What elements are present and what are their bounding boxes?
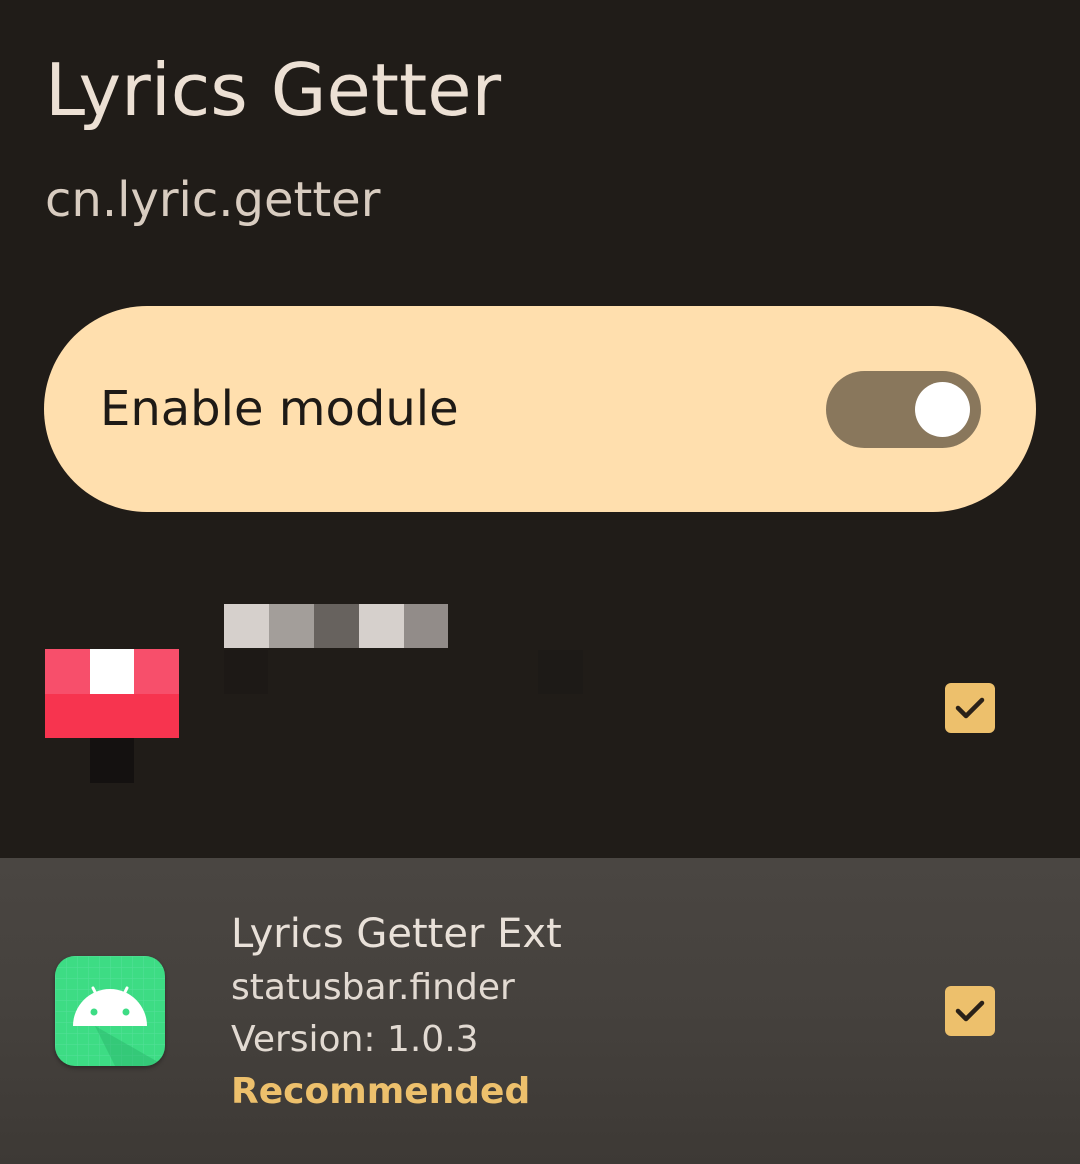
redacted-pixel	[538, 650, 583, 694]
module-name: Lyrics Getter Ext	[231, 911, 562, 957]
pixelated-app-icon	[45, 649, 179, 827]
page-title: Lyrics Getter	[45, 48, 502, 132]
enable-module-switch[interactable]	[826, 371, 981, 448]
checkmark-icon	[955, 1000, 985, 1022]
list-item-redacted-app[interactable]	[0, 560, 1080, 858]
list-item-lyrics-getter-ext[interactable]: Lyrics Getter Ext statusbar.finder Versi…	[0, 858, 1080, 1164]
recommended-badge: Recommended	[231, 1071, 531, 1112]
module-package: statusbar.finder	[231, 967, 515, 1008]
switch-thumb	[915, 382, 970, 437]
enable-module-card[interactable]: Enable module	[44, 306, 1036, 512]
redacted-app-checkbox[interactable]	[945, 683, 995, 733]
enable-module-label: Enable module	[100, 381, 459, 437]
redacted-app-name	[224, 604, 448, 648]
lyrics-getter-ext-checkbox[interactable]	[945, 986, 995, 1036]
module-version: Version: 1.0.3	[231, 1019, 479, 1060]
redacted-pixel	[224, 650, 268, 694]
checkmark-icon	[955, 697, 985, 719]
android-icon	[55, 956, 165, 1066]
package-name: cn.lyric.getter	[45, 172, 381, 228]
